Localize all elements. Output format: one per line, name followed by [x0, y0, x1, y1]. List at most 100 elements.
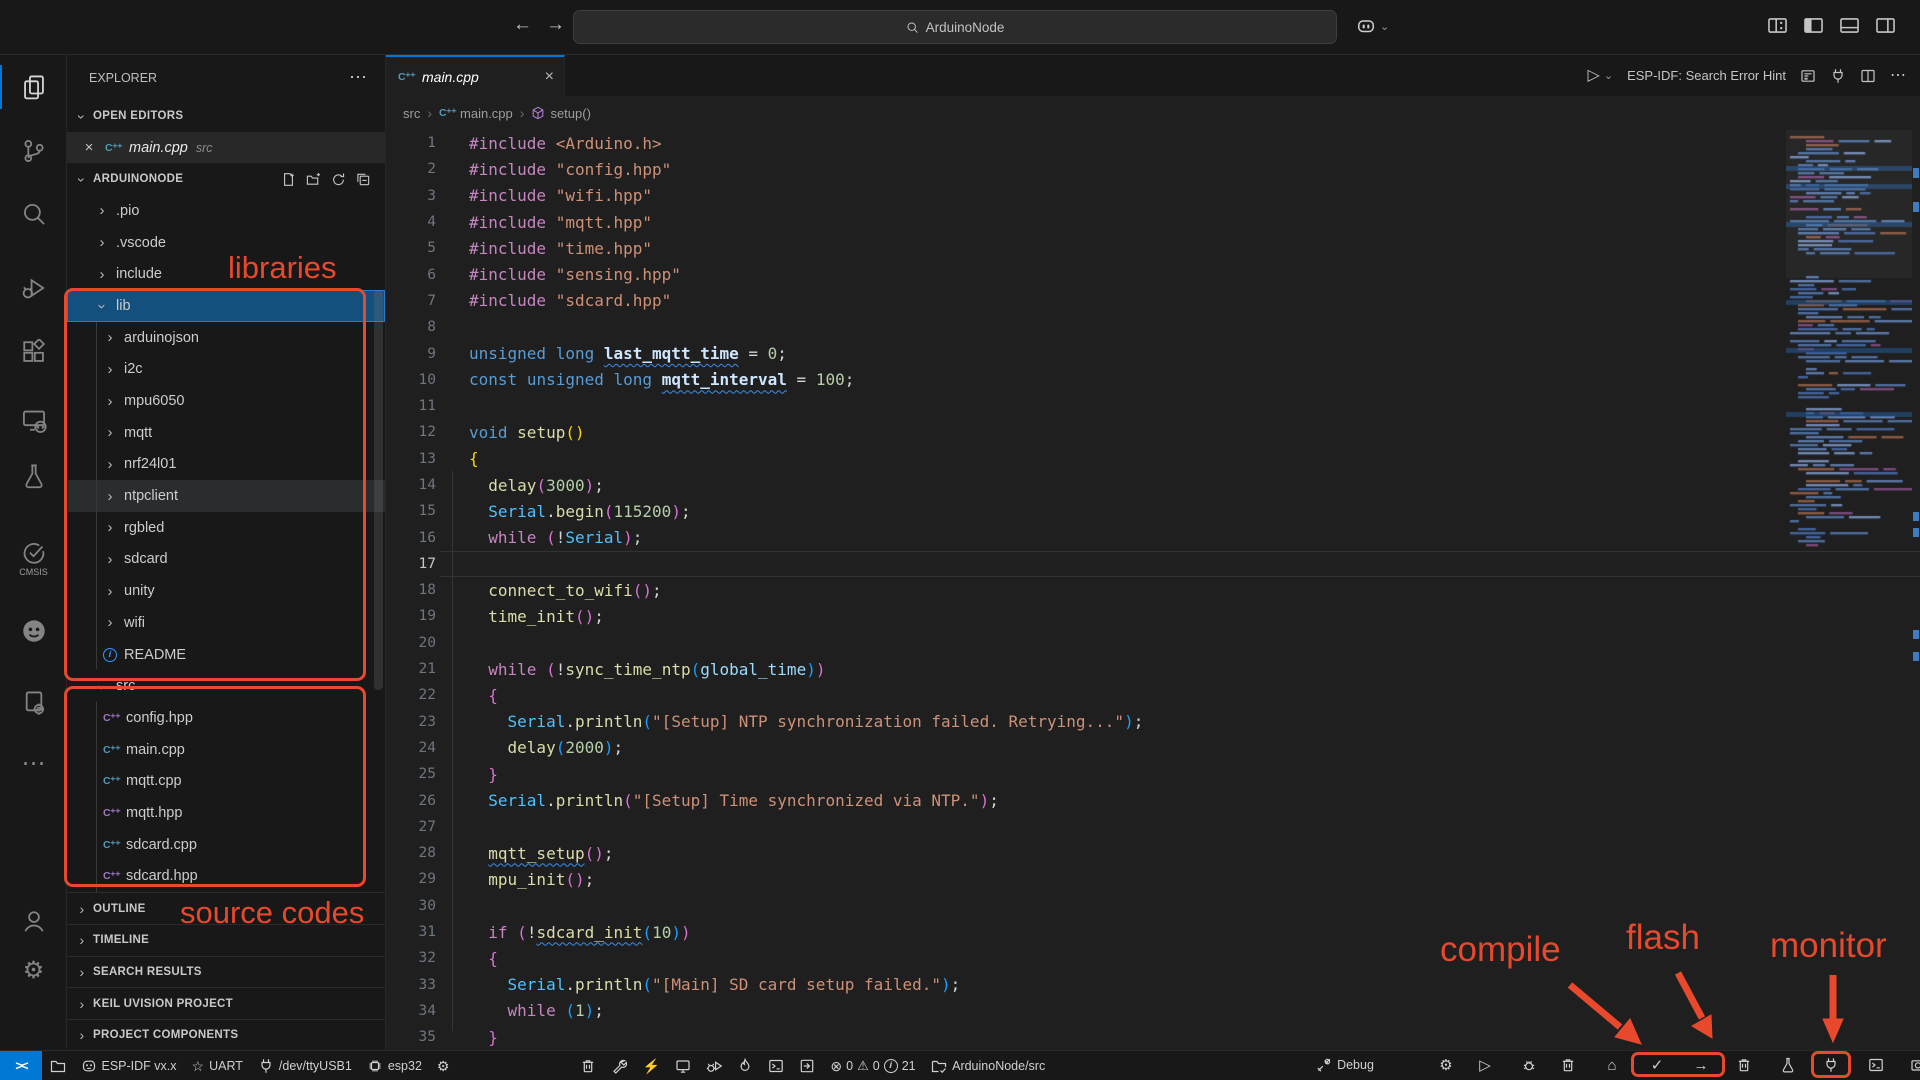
code-line-12[interactable]: 12void setup(): [386, 419, 1786, 445]
tree-item-rgbled[interactable]: ›rgbled: [67, 512, 385, 544]
home-icon[interactable]: ⌂: [1600, 1050, 1624, 1080]
settings-gear-icon[interactable]: ⚙: [0, 947, 67, 995]
command-center-search[interactable]: ArduinoNode: [573, 10, 1337, 44]
tree-item-sdcard-hpp[interactable]: C⁺⁺sdcard.hpp: [67, 861, 385, 893]
terminal-icon[interactable]: [1861, 1050, 1892, 1080]
trash-icon[interactable]: [1553, 1050, 1584, 1080]
code-line-15[interactable]: 15 Serial.begin(115200);: [386, 498, 1786, 524]
activity-cpp-tools-icon[interactable]: [0, 679, 67, 727]
debug-run-icon[interactable]: [698, 1051, 729, 1080]
esp-idf-version-item[interactable]: ESP-IDF vx.x: [73, 1051, 184, 1080]
board-item[interactable]: esp32: [359, 1051, 429, 1080]
sidebar-scrollbar[interactable]: [374, 290, 383, 690]
compile-check-icon[interactable]: ✓: [1643, 1050, 1671, 1080]
new-file-icon[interactable]: [281, 172, 296, 187]
flash-arrow-icon[interactable]: →: [1686, 1050, 1716, 1080]
upload-icon[interactable]: [791, 1051, 822, 1080]
tree-item-i2c[interactable]: ›i2c: [67, 354, 385, 386]
tree-item-unity[interactable]: ›unity: [67, 575, 385, 607]
activity-run-debug-icon[interactable]: [0, 264, 67, 312]
tree-item-sdcard-cpp[interactable]: C⁺⁺sdcard.cpp: [67, 829, 385, 861]
trash-icon[interactable]: [1729, 1050, 1760, 1080]
nav-back-icon[interactable]: ←: [513, 14, 532, 36]
code-line-26[interactable]: 26 Serial.println("[Setup] Time synchron…: [386, 787, 1786, 813]
run-dropdown-icon[interactable]: ⌄: [1604, 69, 1613, 82]
code-line-25[interactable]: 25 }: [386, 761, 1786, 787]
tree-item-mpu6050[interactable]: ›mpu6050: [67, 385, 385, 417]
bug-icon[interactable]: [1514, 1050, 1545, 1080]
open-editors-header[interactable]: ›OPEN EDITORS: [67, 100, 385, 132]
toggle-secondary-sidebar-icon[interactable]: [1875, 15, 1896, 36]
code-line-17[interactable]: 17: [386, 551, 1786, 577]
activity-cmsis-icon[interactable]: CMSIS: [0, 534, 67, 582]
section-project-components[interactable]: ›PROJECT COMPONENTS: [67, 1019, 385, 1050]
plug-icon[interactable]: [1830, 68, 1846, 84]
play-icon[interactable]: ▷: [1472, 1050, 1499, 1080]
clean-icon[interactable]: [573, 1051, 604, 1080]
breadcrumb-src[interactable]: src: [403, 106, 420, 121]
tree-item-src[interactable]: ›src: [67, 670, 385, 702]
code-line-32[interactable]: 32 {: [386, 945, 1786, 971]
gear-icon[interactable]: ⚙: [429, 1051, 457, 1080]
minimap[interactable]: [1786, 130, 1912, 566]
project-header[interactable]: ›ARDUINONODE: [67, 163, 385, 195]
code-line-35[interactable]: 35 }: [386, 1024, 1786, 1050]
run-button[interactable]: ▷: [1588, 68, 1600, 84]
code-line-5[interactable]: 5#include "time.hpp": [386, 235, 1786, 261]
code-line-11[interactable]: 11: [386, 393, 1786, 419]
code-line-13[interactable]: 13{: [386, 446, 1786, 472]
flash-bolt-icon[interactable]: ⚡: [635, 1051, 667, 1080]
folder-icon[interactable]: [42, 1051, 73, 1080]
code-line-27[interactable]: 27: [386, 814, 1786, 840]
serial-monitor-icon[interactable]: [667, 1051, 698, 1080]
code-line-16[interactable]: 16 while (!Serial);: [386, 524, 1786, 550]
tree-item-include[interactable]: ›include: [67, 258, 385, 290]
uart-item[interactable]: ☆UART: [184, 1051, 250, 1080]
code-line-6[interactable]: 6#include "sensing.hpp": [386, 261, 1786, 287]
account-icon[interactable]: [0, 897, 67, 945]
new-folder-icon[interactable]: [306, 172, 321, 187]
tree-item-mqtt-cpp[interactable]: C⁺⁺mqtt.cpp: [67, 765, 385, 797]
code-line-1[interactable]: 1#include <Arduino.h>: [386, 130, 1786, 156]
gear-icon[interactable]: ⚙: [1432, 1050, 1460, 1080]
open-preview-icon[interactable]: [1800, 68, 1816, 84]
explorer-more-actions-icon[interactable]: ⋯: [349, 67, 367, 88]
code-line-18[interactable]: 18 connect_to_wifi();: [386, 577, 1786, 603]
screencast-icon[interactable]: [1903, 1050, 1920, 1080]
editor-more-actions-icon[interactable]: ⋯: [1890, 68, 1906, 84]
code-line-10[interactable]: 10const unsigned long mqtt_interval = 10…: [386, 367, 1786, 393]
code-line-14[interactable]: 14 delay(3000);: [386, 472, 1786, 498]
problems-item[interactable]: ⊗0⚠0i21: [822, 1051, 923, 1080]
project-folder-item[interactable]: ArduinoNode/src: [924, 1051, 1053, 1080]
split-editor-icon[interactable]: [1860, 68, 1876, 84]
build-icon[interactable]: [604, 1051, 635, 1080]
activity-explorer-icon[interactable]: [0, 63, 67, 111]
code-line-2[interactable]: 2#include "config.hpp": [386, 156, 1786, 182]
section-outline[interactable]: ›OUTLINE: [67, 892, 385, 924]
tree-item-main-cpp[interactable]: C⁺⁺main.cpp: [67, 734, 385, 766]
copilot-menu[interactable]: ⌄: [1356, 16, 1389, 36]
tree-item-arduinojson[interactable]: ›arduinojson: [67, 322, 385, 354]
refresh-icon[interactable]: [331, 172, 346, 187]
breadcrumb-setup[interactable]: setup(): [531, 106, 590, 121]
tree-item-sdcard[interactable]: ›sdcard: [67, 544, 385, 576]
close-icon[interactable]: ×: [81, 139, 97, 156]
code-line-24[interactable]: 24 delay(2000);: [386, 735, 1786, 761]
customize-layout-icon[interactable]: [1767, 15, 1788, 36]
serial-port-item[interactable]: /dev/ttyUSB1: [250, 1051, 359, 1080]
remote-indicator[interactable]: ><: [0, 1051, 42, 1080]
breadcrumb-main-cpp[interactable]: C⁺⁺ main.cpp: [439, 106, 513, 121]
tree-item-ntpclient[interactable]: ›ntpclient: [67, 480, 385, 512]
erase-flash-icon[interactable]: [729, 1051, 760, 1080]
code-line-3[interactable]: 3#include "wifi.hpp": [386, 183, 1786, 209]
debug-item[interactable]: Debug: [1309, 1050, 1382, 1080]
tree-item-lib[interactable]: ›lib: [67, 290, 385, 322]
code-line-22[interactable]: 22 {: [386, 682, 1786, 708]
activity-source-control-icon[interactable]: [0, 127, 67, 175]
terminal-icon[interactable]: [760, 1051, 791, 1080]
tree-item--pio[interactable]: ›.pio: [67, 195, 385, 227]
code-line-33[interactable]: 33 Serial.println("[Main] SD card setup …: [386, 972, 1786, 998]
code-line-4[interactable]: 4#include "mqtt.hpp": [386, 209, 1786, 235]
code-line-8[interactable]: 8: [386, 314, 1786, 340]
tree-item-nrf24l01[interactable]: ›nrf24l01: [67, 449, 385, 481]
